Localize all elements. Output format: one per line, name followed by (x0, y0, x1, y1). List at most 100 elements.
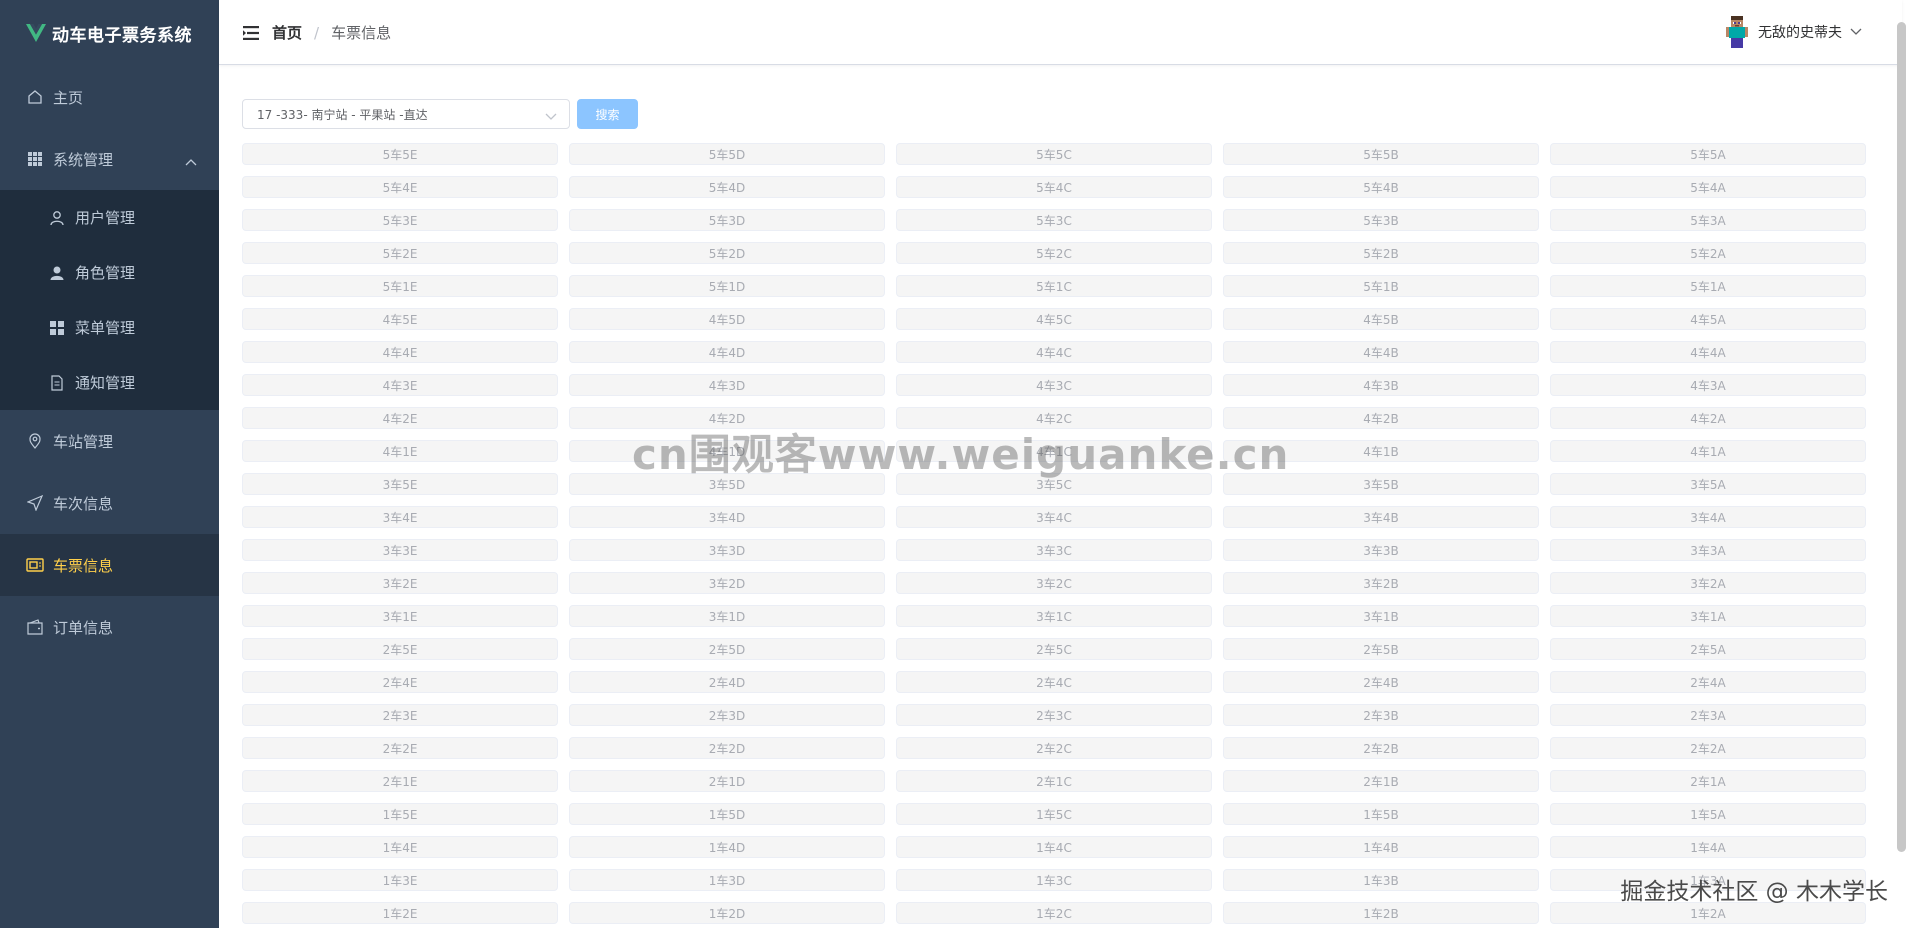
seat-button[interactable]: 1车5C (896, 803, 1212, 825)
seat-button[interactable]: 1车2C (896, 902, 1212, 924)
seat-button[interactable]: 3车1C (896, 605, 1212, 627)
seat-button[interactable]: 1车5D (569, 803, 885, 825)
seat-button[interactable]: 5车3A (1550, 209, 1866, 231)
seat-button[interactable]: 1车3B (1223, 869, 1539, 891)
seat-button[interactable]: 4车4D (569, 341, 885, 363)
logo[interactable]: 动车电子票务系统 (0, 0, 219, 66)
seat-button[interactable]: 5车1C (896, 275, 1212, 297)
seat-button[interactable]: 1车3D (569, 869, 885, 891)
seat-button[interactable]: 5车5D (569, 143, 885, 165)
seat-button[interactable]: 2车5B (1223, 638, 1539, 660)
seat-button[interactable]: 1车4C (896, 836, 1212, 858)
seat-button[interactable]: 2车2D (569, 737, 885, 759)
sidebar-item-home[interactable]: 主页 (0, 66, 219, 128)
seat-button[interactable]: 5车4B (1223, 176, 1539, 198)
scrollbar[interactable] (1897, 22, 1906, 852)
seat-button[interactable]: 4车3A (1550, 374, 1866, 396)
seat-button[interactable]: 5车3C (896, 209, 1212, 231)
sidebar-item-notices[interactable]: 通知管理 (0, 355, 219, 410)
seat-button[interactable]: 3车4D (569, 506, 885, 528)
seat-button[interactable]: 1车4D (569, 836, 885, 858)
seat-button[interactable]: 5车1D (569, 275, 885, 297)
seat-button[interactable]: 4车2E (242, 407, 558, 429)
seat-button[interactable]: 3车3A (1550, 539, 1866, 561)
seat-button[interactable]: 2车4D (569, 671, 885, 693)
seat-button[interactable]: 2车5C (896, 638, 1212, 660)
seat-button[interactable]: 5车2E (242, 242, 558, 264)
seat-button[interactable]: 1车5B (1223, 803, 1539, 825)
seat-button[interactable]: 4车4C (896, 341, 1212, 363)
seat-button[interactable]: 2车4B (1223, 671, 1539, 693)
seat-button[interactable]: 5车5A (1550, 143, 1866, 165)
seat-button[interactable]: 1车2D (569, 902, 885, 924)
seat-button[interactable]: 5车4A (1550, 176, 1866, 198)
seat-button[interactable]: 3车3B (1223, 539, 1539, 561)
seat-button[interactable]: 3车4E (242, 506, 558, 528)
sidebar-item-stations[interactable]: 车站管理 (0, 410, 219, 472)
sidebar-item-menus[interactable]: 菜单管理 (0, 300, 219, 355)
seat-button[interactable]: 2车2A (1550, 737, 1866, 759)
seat-button[interactable]: 2车3B (1223, 704, 1539, 726)
sidebar-item-system[interactable]: 系统管理 (0, 128, 219, 190)
seat-button[interactable]: 4车4A (1550, 341, 1866, 363)
seat-button[interactable]: 5车4D (569, 176, 885, 198)
seat-button[interactable]: 4车1A (1550, 440, 1866, 462)
seat-button[interactable]: 4车5C (896, 308, 1212, 330)
seat-button[interactable]: 3车1D (569, 605, 885, 627)
seat-button[interactable]: 3车3E (242, 539, 558, 561)
seat-button[interactable]: 2车5D (569, 638, 885, 660)
seat-button[interactable]: 4车3B (1223, 374, 1539, 396)
seat-button[interactable]: 3车5A (1550, 473, 1866, 495)
seat-button[interactable]: 5车1A (1550, 275, 1866, 297)
seat-button[interactable]: 3车1E (242, 605, 558, 627)
seat-button[interactable]: 1车3C (896, 869, 1212, 891)
seat-button[interactable]: 1车5A (1550, 803, 1866, 825)
seat-button[interactable]: 5车2B (1223, 242, 1539, 264)
seat-button[interactable]: 4车5A (1550, 308, 1866, 330)
train-select[interactable]: 17 -333- 南宁站 - 平果站 -直达 (242, 99, 570, 129)
seat-button[interactable]: 3车4A (1550, 506, 1866, 528)
seat-button[interactable]: 2车5E (242, 638, 558, 660)
seat-button[interactable]: 3车5E (242, 473, 558, 495)
seat-button[interactable]: 2车5A (1550, 638, 1866, 660)
seat-button[interactable]: 5车1B (1223, 275, 1539, 297)
seat-button[interactable]: 1车2E (242, 902, 558, 924)
seat-button[interactable]: 5车5B (1223, 143, 1539, 165)
seat-button[interactable]: 1车3E (242, 869, 558, 891)
seat-button[interactable]: 2车3E (242, 704, 558, 726)
seat-button[interactable]: 4车4E (242, 341, 558, 363)
seat-button[interactable]: 4车5E (242, 308, 558, 330)
seat-button[interactable]: 3车1A (1550, 605, 1866, 627)
seat-button[interactable]: 1车4B (1223, 836, 1539, 858)
seat-button[interactable]: 2车4A (1550, 671, 1866, 693)
seat-button[interactable]: 5车3E (242, 209, 558, 231)
seat-button[interactable]: 5车1E (242, 275, 558, 297)
sidebar-item-users[interactable]: 用户管理 (0, 190, 219, 245)
seat-button[interactable]: 4车3C (896, 374, 1212, 396)
seat-button[interactable]: 5车3D (569, 209, 885, 231)
seat-button[interactable]: 3车3C (896, 539, 1212, 561)
user-dropdown[interactable]: 无敌的史蒂夫 (1726, 16, 1862, 48)
seat-button[interactable]: 1车5E (242, 803, 558, 825)
seat-button[interactable]: 2车4C (896, 671, 1212, 693)
seat-button[interactable]: 5车4C (896, 176, 1212, 198)
seat-button[interactable]: 4车5B (1223, 308, 1539, 330)
seat-button[interactable]: 2车1B (1223, 770, 1539, 792)
seat-button[interactable]: 4车5D (569, 308, 885, 330)
seat-button[interactable]: 2车1C (896, 770, 1212, 792)
seat-button[interactable]: 1车2B (1223, 902, 1539, 924)
sidebar-item-tickets[interactable]: 车票信息 (0, 534, 219, 596)
seat-button[interactable]: 2车3C (896, 704, 1212, 726)
seat-button[interactable]: 2车1E (242, 770, 558, 792)
seat-button[interactable]: 1车4E (242, 836, 558, 858)
seat-button[interactable]: 4车2A (1550, 407, 1866, 429)
seat-button[interactable]: 1车4A (1550, 836, 1866, 858)
seat-button[interactable]: 5车4E (242, 176, 558, 198)
seat-button[interactable]: 3车3D (569, 539, 885, 561)
seat-button[interactable]: 3车2B (1223, 572, 1539, 594)
seat-button[interactable]: 2车1D (569, 770, 885, 792)
breadcrumb-home[interactable]: 首页 (272, 22, 302, 43)
seat-button[interactable]: 2车2E (242, 737, 558, 759)
sidebar-item-roles[interactable]: 角色管理 (0, 245, 219, 300)
seat-button[interactable]: 4车4B (1223, 341, 1539, 363)
